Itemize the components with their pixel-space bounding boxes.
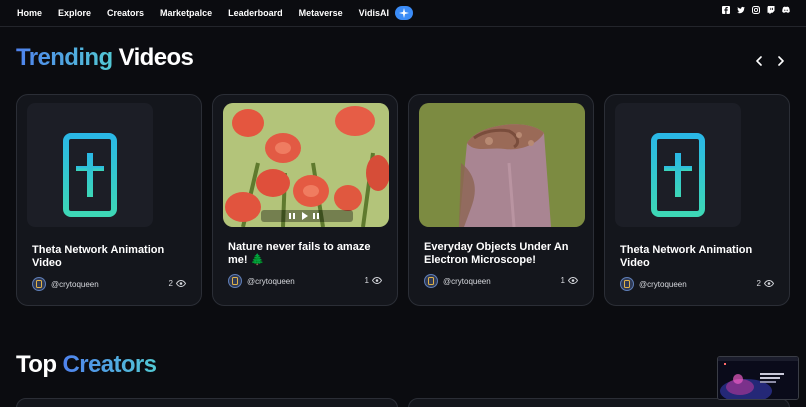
- trending-title-accent: Trending: [16, 44, 113, 71]
- avatar: [424, 274, 438, 288]
- mini-player-preview: [718, 357, 798, 399]
- theta-logo-icon: [63, 133, 117, 217]
- nav-vidisai[interactable]: VidisAI: [359, 8, 389, 18]
- discord-icon[interactable]: [782, 6, 790, 14]
- eye-icon: [764, 280, 774, 287]
- view-count: 1: [561, 276, 578, 285]
- twitch-icon[interactable]: [767, 6, 775, 14]
- video-author[interactable]: @crytoqueen: [228, 274, 295, 288]
- creators-title-accent: Creators: [62, 351, 157, 378]
- chevron-left-icon[interactable]: [754, 54, 764, 68]
- view-count: 1: [365, 276, 382, 285]
- video-thumbnail[interactable]: [27, 103, 153, 227]
- video-card[interactable]: Everyday Objects Under An Electron Micro…: [408, 94, 594, 306]
- video-thumbnail[interactable]: [419, 103, 585, 227]
- creators-title: Top Creators: [16, 351, 157, 379]
- video-title[interactable]: Nature never fails to amaze me! 🌲: [228, 241, 388, 267]
- mini-player[interactable]: [717, 356, 799, 400]
- avatar: [32, 277, 46, 291]
- video-thumbnail[interactable]: [223, 103, 389, 227]
- video-card[interactable]: Theta Network Animation Video @crytoquee…: [16, 94, 202, 306]
- social-links: [722, 6, 790, 14]
- eye-icon: [372, 277, 382, 284]
- video-author[interactable]: @crytoqueen: [32, 277, 99, 291]
- nav-leaderboard[interactable]: Leaderboard: [228, 8, 283, 18]
- avatar: [620, 277, 634, 291]
- trending-title-rest: Videos: [118, 44, 194, 71]
- video-card[interactable]: Nature never fails to amaze me! 🌲 @cryto…: [212, 94, 398, 306]
- theta-logo-icon: [651, 133, 705, 217]
- nav-metaverse[interactable]: Metaverse: [299, 8, 343, 18]
- author-handle: @crytoqueen: [247, 276, 295, 286]
- trending-carousel: Theta Network Animation Video @crytoquee…: [16, 94, 790, 306]
- view-count-value: 1: [560, 276, 565, 285]
- author-handle: @crytoqueen: [639, 279, 687, 289]
- instagram-icon[interactable]: [752, 6, 760, 14]
- top-nav: Home Explore Creators Marketpalce Leader…: [0, 0, 806, 27]
- ai-sparkle-icon[interactable]: [394, 6, 413, 20]
- creator-card[interactable]: [16, 398, 398, 407]
- tulips-photo: [223, 103, 389, 227]
- video-author[interactable]: @crytoqueen: [424, 274, 491, 288]
- view-count-value: 1: [364, 276, 369, 285]
- facebook-icon[interactable]: [722, 6, 730, 14]
- microscope-photo: [419, 103, 585, 227]
- eye-icon: [176, 280, 186, 287]
- nav-explore[interactable]: Explore: [58, 8, 91, 18]
- video-title[interactable]: Theta Network Animation Video: [620, 244, 780, 270]
- view-count: 2: [169, 279, 186, 288]
- carousel-arrows: [754, 54, 786, 68]
- nav-creators[interactable]: Creators: [107, 8, 144, 18]
- nav-marketplace[interactable]: Marketpalce: [160, 8, 212, 18]
- video-thumbnail[interactable]: [615, 103, 741, 227]
- author-handle: @crytoqueen: [51, 279, 99, 289]
- chevron-right-icon[interactable]: [776, 54, 786, 68]
- video-card[interactable]: Theta Network Animation Video @crytoquee…: [604, 94, 790, 306]
- video-title[interactable]: Everyday Objects Under An Electron Micro…: [424, 241, 584, 267]
- eye-icon: [568, 277, 578, 284]
- view-count-value: 2: [756, 279, 761, 288]
- author-handle: @crytoqueen: [443, 276, 491, 286]
- nav-links: Home Explore Creators Marketpalce Leader…: [17, 6, 413, 20]
- view-count-value: 2: [168, 279, 173, 288]
- avatar: [228, 274, 242, 288]
- video-title[interactable]: Theta Network Animation Video: [32, 244, 192, 270]
- nav-home[interactable]: Home: [17, 8, 42, 18]
- trending-title: Trending Videos: [16, 44, 194, 72]
- creators-title-rest: Top: [16, 351, 57, 378]
- view-count: 2: [757, 279, 774, 288]
- twitter-icon[interactable]: [737, 6, 745, 14]
- video-author[interactable]: @crytoqueen: [620, 277, 687, 291]
